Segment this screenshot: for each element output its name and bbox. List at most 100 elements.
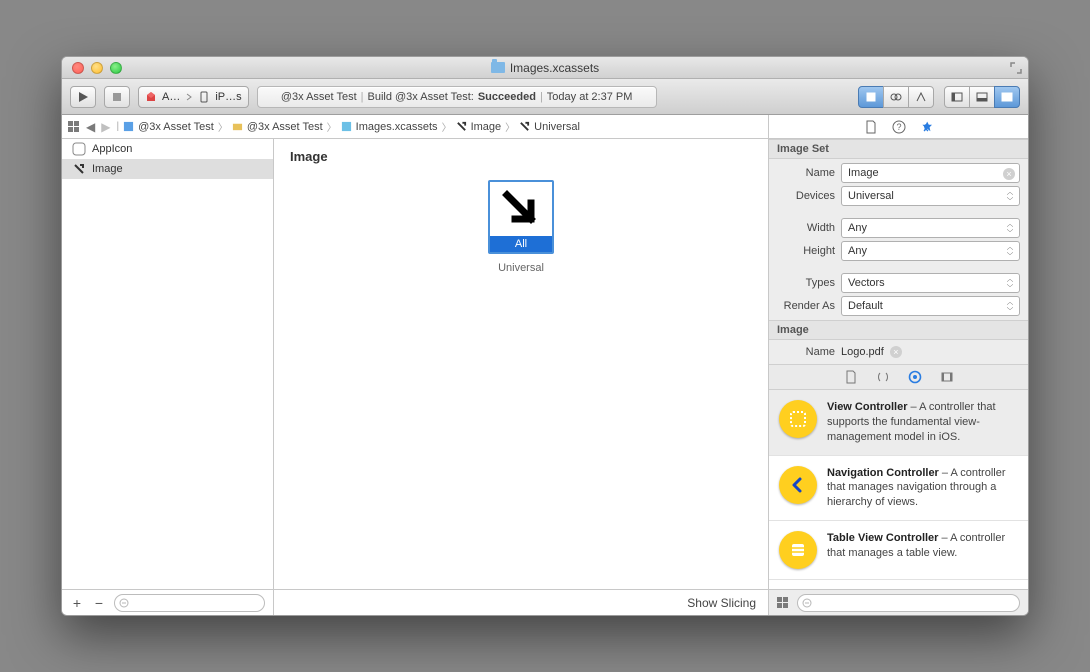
attributes-inspector-icon[interactable] <box>920 120 934 134</box>
field-name: Name Image × <box>777 163 1020 183</box>
code-snippet-tab-icon[interactable] <box>876 370 890 384</box>
window-title-text: Images.xcassets <box>510 61 599 75</box>
titlebar: Images.xcassets <box>62 57 1028 79</box>
asset-item-label: AppIcon <box>92 143 132 155</box>
library-view-mode-icon[interactable] <box>777 597 789 609</box>
asset-footer: + − <box>62 589 273 615</box>
crumb-imageset[interactable]: Image <box>456 121 502 133</box>
view-controller-icon <box>779 400 817 438</box>
toggle-navigator-button[interactable] <box>944 86 970 108</box>
slot-label: All <box>490 236 552 252</box>
remove-asset-button[interactable]: − <box>92 595 106 611</box>
width-select[interactable]: Any <box>841 218 1020 238</box>
scheme-dest: iP…s <box>215 91 241 103</box>
add-asset-button[interactable]: + <box>70 595 84 611</box>
image-set-fields: Name Image × Devices Universal Width Any <box>769 159 1028 320</box>
media-library-tab-icon[interactable] <box>940 370 954 384</box>
crumb-slot[interactable]: Universal <box>519 121 580 133</box>
slot-subtitle: Universal <box>498 262 544 274</box>
asset-editor: Image All Universal Show Slicing <box>274 139 768 615</box>
height-select[interactable]: Any <box>841 241 1020 261</box>
editor-mode-segment <box>858 86 934 108</box>
folder-icon <box>232 121 243 132</box>
crumb-label: @3x Asset Test <box>247 121 323 133</box>
folder-icon <box>491 62 505 73</box>
file-inspector-icon[interactable] <box>864 120 878 134</box>
library-tabs <box>769 364 1028 390</box>
show-slicing-button[interactable]: Show Slicing <box>687 596 756 610</box>
library-item-text: View Controller – A controller that supp… <box>827 400 1018 445</box>
scheme-selector[interactable]: A… iP…s <box>138 86 249 108</box>
activity-status: @3x Asset Test | Build @3x Asset Test: S… <box>257 86 657 108</box>
types-label: Types <box>777 277 835 289</box>
height-value: Any <box>848 245 867 257</box>
status-build-label: Build @3x Asset Test: <box>367 91 473 103</box>
file-template-tab-icon[interactable] <box>844 370 858 384</box>
imageset-icon <box>72 162 86 176</box>
render-label: Render As <box>777 300 835 312</box>
types-select[interactable]: Vectors <box>841 273 1020 293</box>
library-item-title: View Controller <box>827 401 907 413</box>
slot-preview <box>490 182 552 236</box>
crumb-folder[interactable]: @3x Asset Test <box>232 121 323 133</box>
filter-icon <box>802 598 812 608</box>
app-icon <box>145 91 157 103</box>
svg-text:?: ? <box>896 122 901 132</box>
help-inspector-icon[interactable]: ? <box>892 120 906 134</box>
editor-canvas: All Universal <box>274 174 768 589</box>
table-view-controller-icon <box>779 531 817 569</box>
image-slot[interactable]: All <box>488 180 554 254</box>
section-image-set: Image Set <box>769 139 1028 159</box>
navigation-controller-icon <box>779 466 817 504</box>
crumb-project[interactable]: @3x Asset Test <box>123 121 214 133</box>
appicon-icon <box>72 142 86 156</box>
library-footer <box>769 589 1028 615</box>
run-button[interactable] <box>70 86 96 108</box>
render-select[interactable]: Default <box>841 296 1020 316</box>
body: AppIcon Image + − Image <box>62 139 1028 615</box>
field-render: Render As Default <box>777 296 1020 316</box>
toggle-utilities-button[interactable] <box>994 86 1020 108</box>
panel-toggle-segment <box>944 86 1020 108</box>
crumb-catalog[interactable]: Images.xcassets <box>341 121 438 133</box>
window-title: Images.xcassets <box>62 61 1028 75</box>
toggle-debug-button[interactable] <box>969 86 995 108</box>
devices-select[interactable]: Universal <box>841 186 1020 206</box>
clear-file-icon[interactable]: × <box>890 346 902 358</box>
devices-label: Devices <box>777 190 835 202</box>
project-icon <box>123 121 134 132</box>
assistant-editor-button[interactable] <box>883 86 909 108</box>
toolbar-right <box>858 86 1020 108</box>
back-button[interactable]: ◀ <box>84 120 97 134</box>
field-width: Width Any <box>777 218 1020 238</box>
related-items-icon[interactable] <box>68 121 80 133</box>
utilities-panel: Image Set Name Image × Devices Universal… <box>768 139 1028 615</box>
render-value: Default <box>848 300 883 312</box>
scheme-app: A… <box>162 91 180 103</box>
jump-bar: ◀ ▶ | @3x Asset Test 〉 @3x Asset Test 〉 … <box>62 115 1028 139</box>
library-item-navigation-controller[interactable]: Navigation Controller – A controller tha… <box>769 456 1028 522</box>
field-height: Height Any <box>777 241 1020 261</box>
toolbar: A… iP…s @3x Asset Test | Build @3x Asset… <box>62 79 1028 115</box>
devices-value: Universal <box>848 190 894 202</box>
editor-title: Image <box>274 139 768 174</box>
forward-button[interactable]: ▶ <box>99 120 112 134</box>
object-library-tab-icon[interactable] <box>908 370 922 384</box>
crumb-label: @3x Asset Test <box>138 121 214 133</box>
clear-name-icon[interactable]: × <box>1003 168 1015 180</box>
asset-item-image[interactable]: Image <box>62 159 273 179</box>
library-filter[interactable] <box>797 594 1020 612</box>
standard-editor-button[interactable] <box>858 86 884 108</box>
name-input[interactable]: Image × <box>841 163 1020 183</box>
library-item-table-view-controller[interactable]: Table View Controller – A controller tha… <box>769 521 1028 580</box>
stop-button[interactable] <box>104 86 130 108</box>
asset-item-appicon[interactable]: AppIcon <box>62 139 273 159</box>
library-item-view-controller[interactable]: View Controller – A controller that supp… <box>769 390 1028 456</box>
crumb-label: Images.xcassets <box>356 121 438 133</box>
version-editor-button[interactable] <box>908 86 934 108</box>
status-target: @3x Asset Test <box>281 91 357 103</box>
file-value: Logo.pdf <box>841 346 884 358</box>
image-icon <box>519 121 530 132</box>
asset-filter[interactable] <box>114 594 265 612</box>
width-label: Width <box>777 222 835 234</box>
